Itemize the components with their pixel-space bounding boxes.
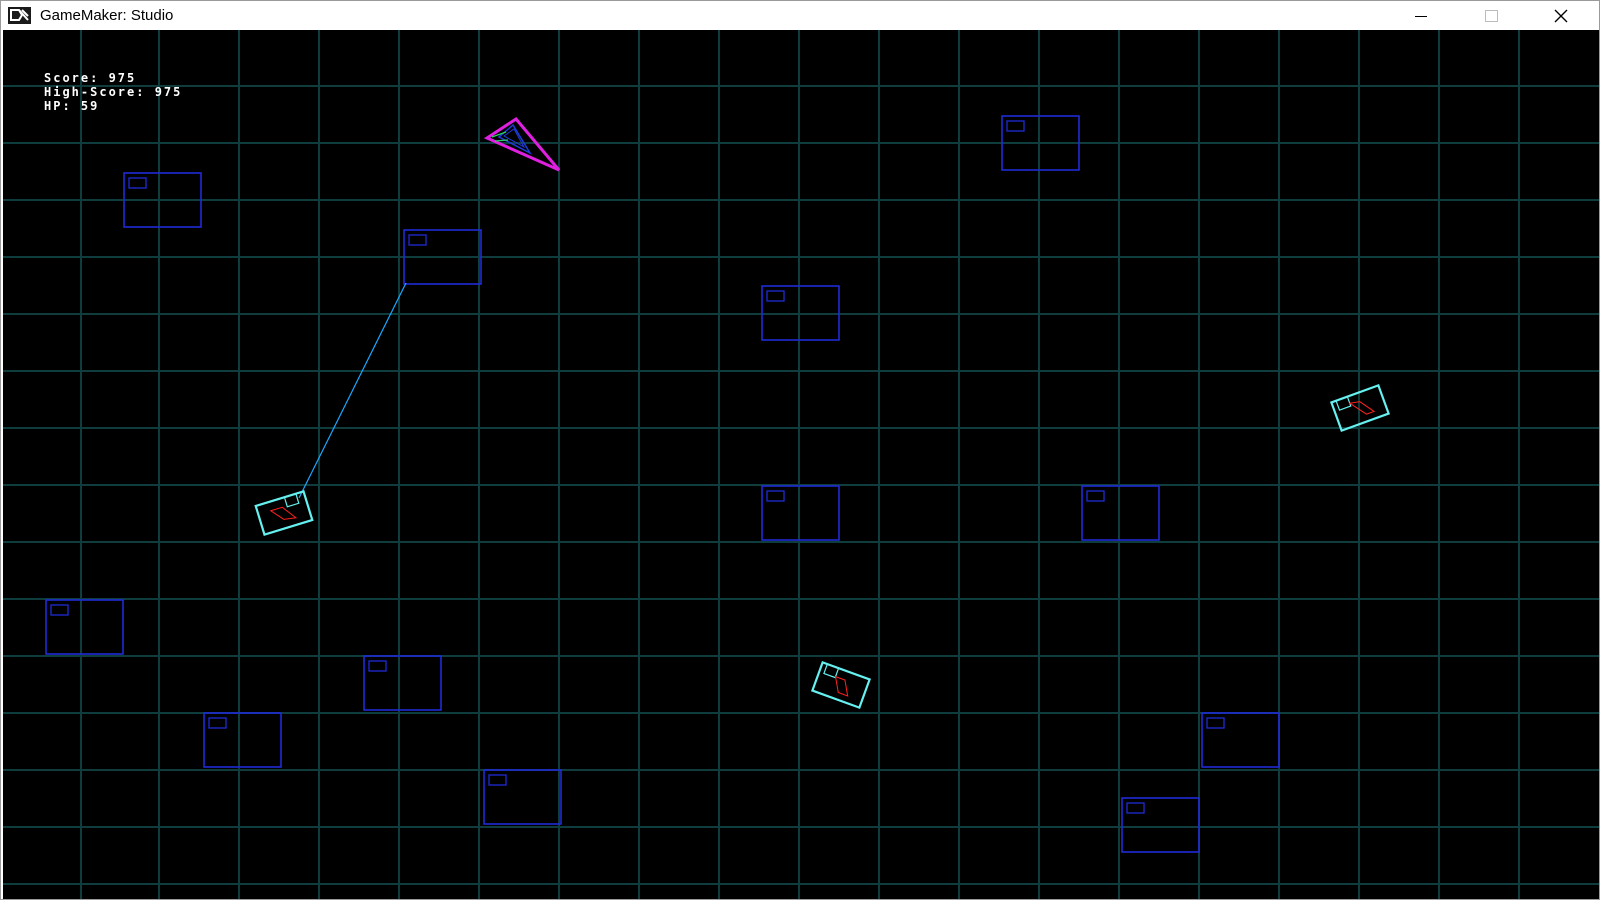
- background-grid: [3, 30, 1599, 899]
- maximize-icon: [1484, 9, 1498, 22]
- wall-block: [1121, 797, 1200, 853]
- game-window: GameMaker: Studio Score: 975 High-Score:…: [0, 0, 1600, 900]
- minimize-button[interactable]: [1398, 1, 1444, 30]
- maximize-button[interactable]: [1468, 1, 1514, 30]
- wall-block: [761, 485, 840, 541]
- gamemaker-logo-icon: [8, 7, 31, 24]
- close-button[interactable]: [1538, 1, 1584, 30]
- wall-block: [1081, 485, 1160, 541]
- hud: Score: 975 High-Score: 975 HP: 59: [44, 71, 182, 113]
- game-canvas[interactable]: Score: 975 High-Score: 975 HP: 59: [3, 30, 1599, 899]
- enemy-drone: [254, 489, 314, 537]
- wall-block: [363, 655, 442, 711]
- score-text: Score: 975: [44, 71, 137, 85]
- minimize-icon: [1415, 15, 1427, 17]
- wall-block: [483, 769, 562, 825]
- high-score-text: High-Score: 975: [44, 85, 183, 99]
- title-bar[interactable]: GameMaker: Studio: [1, 1, 1599, 30]
- close-icon: [1554, 9, 1568, 22]
- wall-block: [45, 599, 124, 655]
- tether-beam: [298, 282, 407, 499]
- wall-block: [1201, 712, 1280, 768]
- player-ship: [483, 117, 561, 172]
- enemy-drone: [810, 660, 872, 710]
- hp-text: HP: 59: [44, 99, 100, 113]
- wall-block: [203, 712, 282, 768]
- window-title: GameMaker: Studio: [40, 7, 174, 24]
- game-scene: [3, 30, 1599, 899]
